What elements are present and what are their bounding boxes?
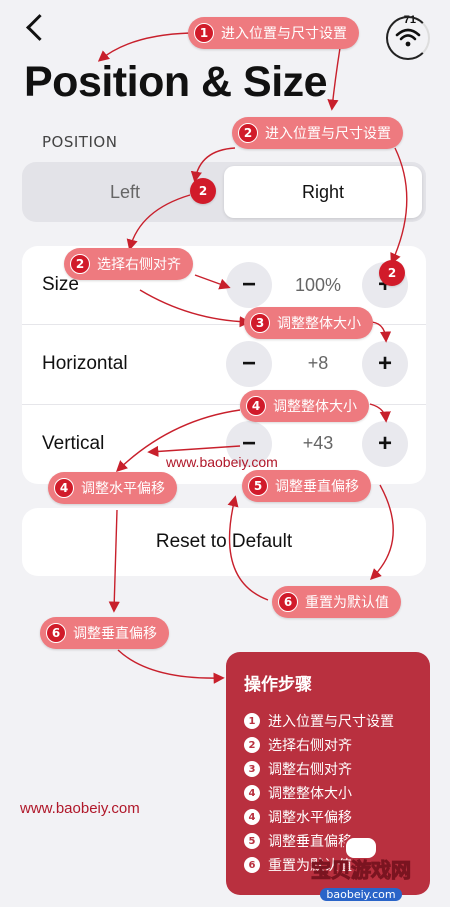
step-item: 2 选择右侧对齐 bbox=[244, 733, 430, 757]
step-item: 3 调整右侧对齐 bbox=[244, 757, 430, 781]
horizontal-label: Horizontal bbox=[42, 352, 128, 374]
annotation-badge: 1 进入位置与尺寸设置 bbox=[188, 17, 359, 49]
vertical-label: Vertical bbox=[42, 432, 105, 454]
step-item: 1 进入位置与尺寸设置 bbox=[244, 709, 430, 733]
site-logo: 宝贝游戏网 baobeiy.com bbox=[296, 836, 426, 901]
watermark-text: www.baobeiy.com bbox=[166, 454, 278, 470]
annotation-badge: 2 bbox=[379, 260, 405, 286]
horizontal-value: +8 bbox=[307, 353, 329, 373]
horizontal-plus-button[interactable]: + bbox=[362, 340, 408, 387]
alignment-segmented-control: Left Right bbox=[22, 162, 426, 222]
annotation-badge: 3 调整整体大小 bbox=[244, 307, 373, 339]
page-title: Position & Size bbox=[24, 58, 328, 106]
watermark-text: www.baobeiy.com bbox=[20, 800, 140, 817]
size-value: 100% bbox=[294, 274, 342, 295]
section-label-position: POSITION bbox=[42, 133, 118, 151]
step-item: 4 调整整体大小 bbox=[244, 781, 430, 805]
adjust-card: Size − 100% + Horizontal − +8 + Vertical… bbox=[22, 246, 426, 484]
annotation-badge: 4 调整整体大小 bbox=[240, 390, 369, 422]
vertical-plus-button[interactable]: + bbox=[362, 420, 408, 467]
annotation-badge: 2 进入位置与尺寸设置 bbox=[232, 117, 403, 149]
annotation-badge: 6 重置为默认值 bbox=[272, 586, 401, 618]
back-icon[interactable] bbox=[22, 14, 50, 42]
size-minus-button[interactable]: − bbox=[226, 262, 272, 308]
vertical-value: +43 bbox=[302, 433, 334, 453]
annotation-badge: 2 选择右侧对齐 bbox=[64, 248, 193, 280]
annotation-badge: 2 bbox=[190, 178, 216, 204]
annotation-badge: 4 调整水平偏移 bbox=[48, 472, 177, 504]
horizontal-minus-button[interactable]: − bbox=[226, 340, 272, 387]
segment-right[interactable]: Right bbox=[224, 166, 422, 218]
step-item: 4 调整水平偏移 bbox=[244, 805, 430, 829]
annotation-badge: 6 调整垂直偏移 bbox=[40, 617, 169, 649]
reset-button[interactable]: Reset to Default bbox=[22, 508, 426, 576]
wifi-icon[interactable] bbox=[386, 16, 430, 60]
annotation-badge: 5 调整垂直偏移 bbox=[242, 470, 371, 502]
steps-panel-title: 操作步骤 bbox=[244, 675, 312, 695]
